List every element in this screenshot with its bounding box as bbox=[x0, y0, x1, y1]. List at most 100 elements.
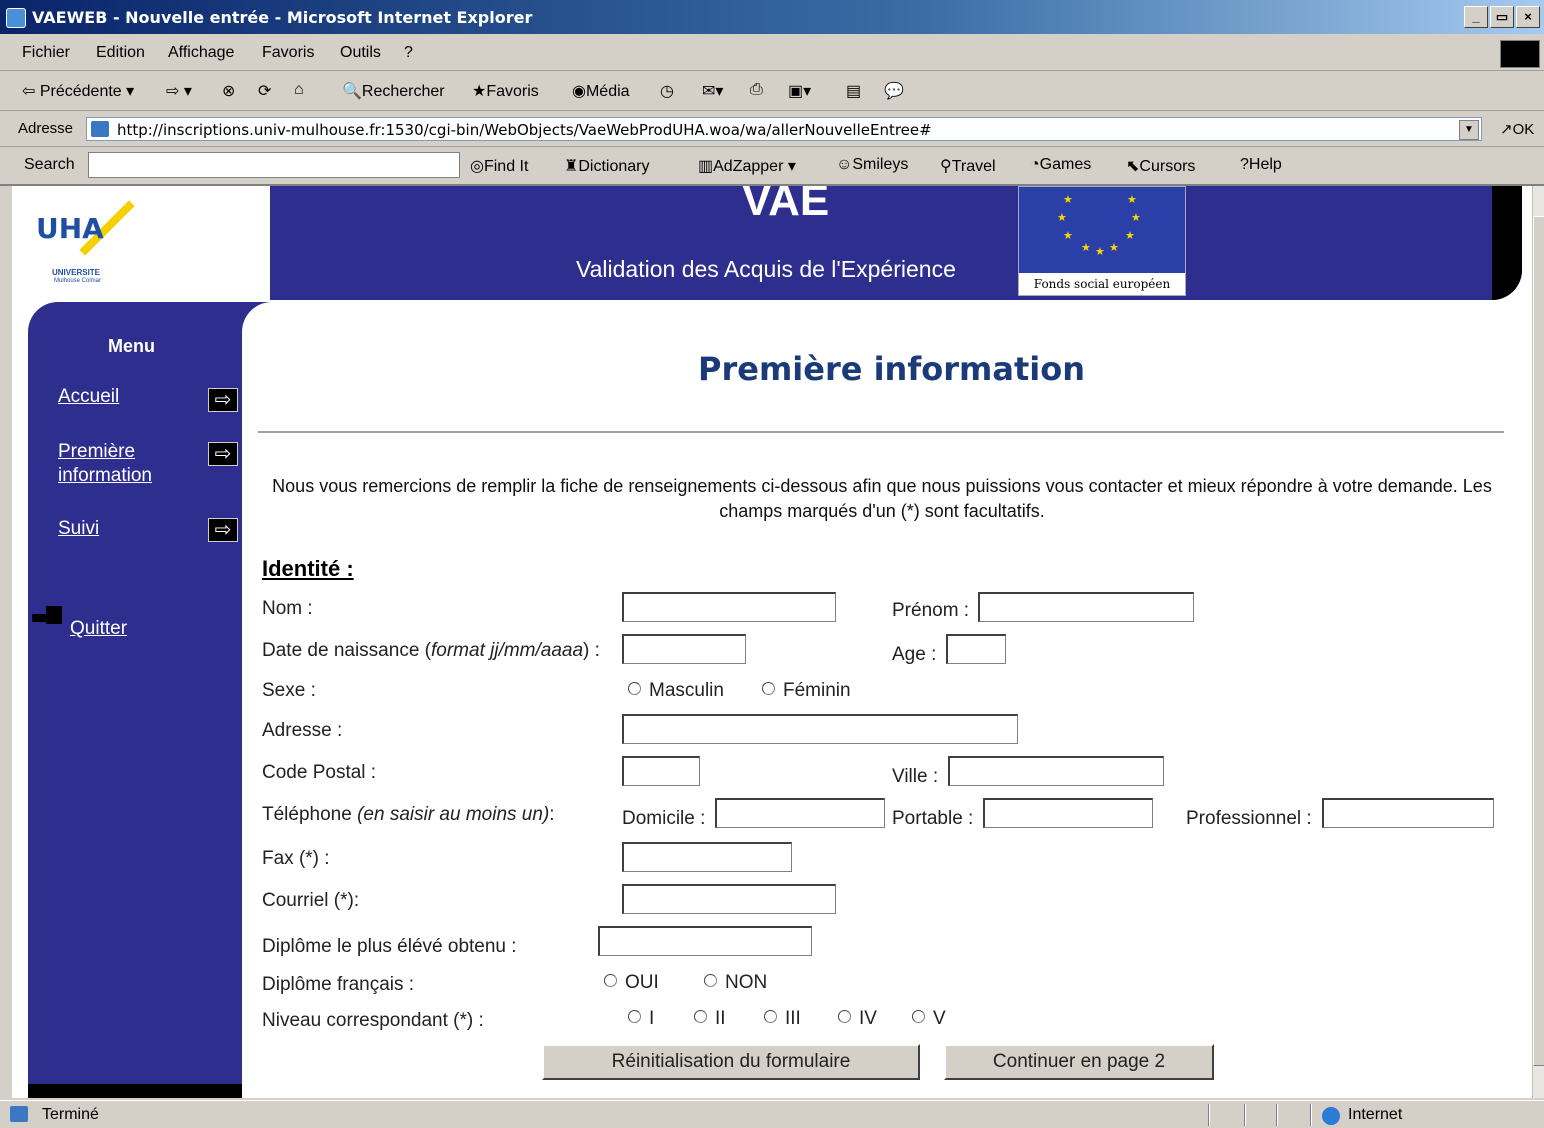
radio-masculin[interactable]: Masculin bbox=[628, 680, 724, 702]
portable-input[interactable] bbox=[983, 798, 1153, 828]
search-input[interactable] bbox=[88, 152, 460, 178]
radio-niveau-v[interactable]: V bbox=[912, 1008, 946, 1030]
nom-input[interactable] bbox=[622, 592, 836, 622]
sidebar-item-suivi[interactable]: Suivi bbox=[58, 518, 99, 540]
back-button[interactable]: ⇦ Précédente ▾ bbox=[22, 81, 134, 101]
radio-icon bbox=[694, 1010, 707, 1023]
quit-icon[interactable] bbox=[32, 606, 66, 628]
professionnel-input[interactable] bbox=[1322, 798, 1494, 828]
label-fax: Fax (*) : bbox=[262, 848, 330, 869]
vae-title: VAE bbox=[742, 186, 830, 225]
mail-icon[interactable]: ✉▾ bbox=[702, 81, 723, 101]
menu-favoris[interactable]: Favoris bbox=[262, 44, 314, 62]
page-icon bbox=[91, 121, 109, 137]
courriel-input[interactable] bbox=[622, 884, 836, 914]
address-url: http://inscriptions.univ-mulhouse.fr:153… bbox=[117, 121, 932, 139]
label-portable: Portable : bbox=[892, 808, 974, 829]
sidebar-item-accueil[interactable]: Accueil bbox=[58, 386, 119, 408]
eu-star-icon: ★ bbox=[1131, 212, 1141, 224]
diplome-input[interactable] bbox=[598, 926, 812, 956]
prenom-input[interactable] bbox=[978, 592, 1194, 622]
logo-univ: UNIVERSITE bbox=[52, 268, 101, 277]
fax-input[interactable] bbox=[622, 842, 792, 872]
ie-icon bbox=[6, 8, 26, 28]
arrow-right-icon[interactable]: ⇨ bbox=[208, 442, 238, 466]
label-professionnel: Professionnel : bbox=[1186, 808, 1312, 829]
favorites-button[interactable]: ★Favoris bbox=[472, 81, 539, 101]
dictionary-button[interactable]: ♜Dictionary bbox=[564, 156, 649, 176]
home-icon[interactable]: ⌂ bbox=[294, 81, 304, 99]
window-titlebar: VAEWEB - Nouvelle entrée - Microsoft Int… bbox=[0, 0, 1544, 34]
arrow-right-icon[interactable]: ⇨ bbox=[208, 388, 238, 412]
adresse-input[interactable] bbox=[622, 714, 1018, 744]
radio-icon bbox=[764, 1010, 777, 1023]
status-separator bbox=[1276, 1104, 1278, 1126]
sidebar-item-premiere-information[interactable]: Première information bbox=[58, 440, 168, 488]
reset-button[interactable]: Réinitialisation du formulaire bbox=[542, 1044, 920, 1080]
age-input[interactable] bbox=[946, 634, 1006, 664]
label-adresse: Adresse : bbox=[262, 720, 343, 741]
search-toolbar: Search ◎Find It ♜Dictionary ▥AdZapper ▾ … bbox=[0, 148, 1544, 186]
media-button[interactable]: ◉Média bbox=[572, 81, 630, 101]
cursors-button[interactable]: ⬉Cursors bbox=[1126, 156, 1195, 176]
refresh-icon[interactable]: ⟳ bbox=[258, 81, 271, 101]
print-icon[interactable]: ⎙ bbox=[750, 81, 763, 99]
forward-button[interactable]: ⇨ ▾ bbox=[166, 81, 192, 101]
help-button[interactable]: ?Help bbox=[1240, 156, 1282, 174]
code-postal-input[interactable] bbox=[622, 756, 700, 786]
stop-icon[interactable]: ⊗ bbox=[222, 81, 235, 101]
go-button[interactable]: ↗OK bbox=[1500, 120, 1534, 138]
statusbar: Terminé Internet bbox=[0, 1100, 1544, 1128]
menubar: Fichier Edition Affichage Favoris Outils… bbox=[0, 36, 1544, 71]
domicile-input[interactable] bbox=[715, 798, 885, 828]
arrow-right-icon[interactable]: ⇨ bbox=[208, 518, 238, 542]
minimize-button[interactable]: _ bbox=[1464, 6, 1488, 28]
logo-city: Mulhouse Colmar bbox=[54, 278, 102, 284]
radio-icon bbox=[762, 682, 775, 695]
continue-button[interactable]: Continuer en page 2 bbox=[944, 1044, 1214, 1080]
vae-subtitle: Validation des Acquis de l'Expérience bbox=[576, 256, 956, 282]
search-button[interactable]: 🔍Rechercher bbox=[342, 81, 445, 101]
adzapper-button[interactable]: ▥AdZapper ▾ bbox=[698, 156, 796, 176]
menu-help[interactable]: ? bbox=[404, 44, 413, 62]
radio-feminin[interactable]: Féminin bbox=[762, 680, 851, 702]
vertical-scrollbar[interactable] bbox=[1532, 186, 1544, 1098]
menu-fichier[interactable]: Fichier bbox=[22, 44, 70, 62]
edit-icon[interactable]: ▣▾ bbox=[788, 81, 811, 101]
eu-star-icon: ★ bbox=[1081, 242, 1091, 254]
label-ville: Ville : bbox=[892, 766, 939, 787]
intro-text: Nous vous remercions de remplir la fiche… bbox=[272, 476, 1492, 521]
radio-icon bbox=[628, 682, 641, 695]
findit-button[interactable]: ◎Find It bbox=[470, 156, 528, 176]
address-input[interactable]: http://inscriptions.univ-mulhouse.fr:153… bbox=[86, 117, 1482, 141]
history-icon[interactable]: ◷ bbox=[660, 81, 674, 101]
page-viewport: UHA UNIVERSITE Mulhouse Colmar VAE Valid… bbox=[12, 186, 1532, 1098]
close-button[interactable]: × bbox=[1516, 6, 1540, 28]
sidebar-item-quitter[interactable]: Quitter bbox=[70, 618, 127, 640]
address-dropdown-icon[interactable]: ▼ bbox=[1459, 120, 1479, 140]
eu-star-icon: ★ bbox=[1125, 230, 1135, 242]
scrollbar-thumb[interactable] bbox=[1533, 216, 1544, 1066]
messenger-icon[interactable]: 💬 bbox=[884, 81, 904, 101]
date-naissance-input[interactable] bbox=[622, 634, 746, 664]
radio-niveau-iii[interactable]: III bbox=[764, 1008, 801, 1030]
radio-niveau-iv[interactable]: IV bbox=[838, 1008, 877, 1030]
radio-icon bbox=[912, 1010, 925, 1023]
label-domicile: Domicile : bbox=[622, 808, 706, 829]
label-prenom: Prénom : bbox=[892, 600, 970, 621]
radio-niveau-ii[interactable]: II bbox=[694, 1008, 726, 1030]
search-label: Search bbox=[24, 156, 75, 173]
travel-button[interactable]: ⚲Travel bbox=[940, 156, 996, 176]
radio-niveau-i[interactable]: I bbox=[628, 1008, 654, 1030]
smileys-button[interactable]: ☺Smileys bbox=[836, 156, 908, 174]
menu-affichage[interactable]: Affichage bbox=[168, 44, 234, 62]
radio-oui[interactable]: OUI bbox=[604, 972, 659, 994]
ville-input[interactable] bbox=[948, 756, 1164, 786]
games-button[interactable]: ◔Games bbox=[1030, 156, 1091, 174]
radio-non[interactable]: NON bbox=[704, 972, 767, 994]
discuss-icon[interactable]: ▤ bbox=[846, 81, 861, 101]
menu-edition[interactable]: Edition bbox=[96, 44, 145, 62]
sidebar-bottom bbox=[28, 1084, 242, 1098]
menu-outils[interactable]: Outils bbox=[340, 44, 381, 62]
maximize-button[interactable]: ▭ bbox=[1490, 6, 1514, 28]
